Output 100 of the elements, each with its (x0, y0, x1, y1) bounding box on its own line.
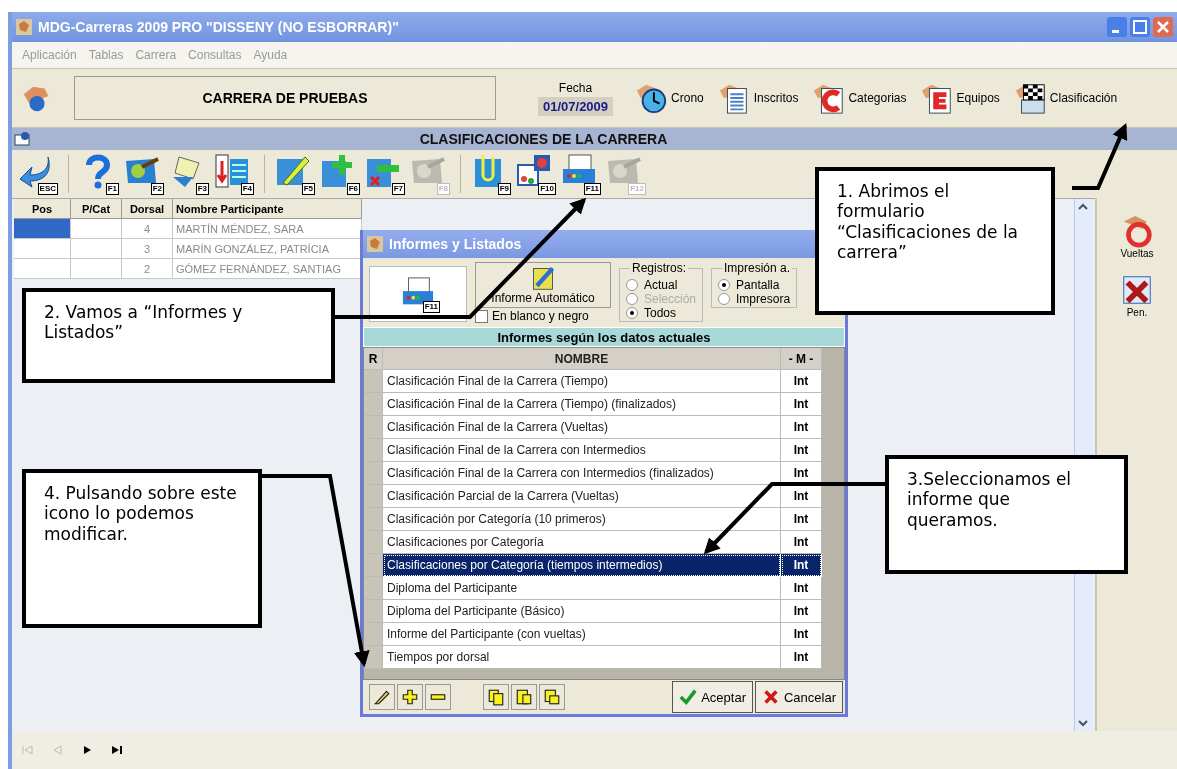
maximize-icon[interactable] (1130, 17, 1150, 37)
report-row[interactable]: Tiempos por dorsal Int (364, 646, 822, 669)
close-icon[interactable] (1153, 17, 1173, 37)
app-icon (367, 236, 383, 252)
report-type: Int (781, 393, 822, 416)
nav-button[interactable]: Equipos (916, 81, 1004, 115)
callout-text: 2. Vamos a “Informes y Listados” (44, 302, 243, 343)
toolbar-button[interactable]: F11 (561, 153, 601, 195)
report-row[interactable]: Clasificaciones por Categoría (tiempos intermedios) Int (364, 554, 822, 577)
report-name: Tiempos por dorsal (383, 646, 781, 669)
table-cell: MARÍN GONZÁLEZ, PATRÍCIA (173, 239, 362, 259)
accept-button[interactable]: Aceptar (672, 681, 753, 713)
table-cell: MARTÍN MÉNDEZ, SARA (173, 219, 362, 239)
side-button[interactable]: Vueltas (1120, 214, 1154, 259)
radio-label: Actual (644, 278, 678, 292)
report-type: Int (781, 577, 822, 600)
group-label: Registros: (630, 261, 689, 275)
column-header[interactable]: P/Cat (71, 199, 122, 219)
edit-button[interactable] (369, 684, 395, 710)
copy-button[interactable] (483, 684, 509, 710)
report-name: Clasificación Final de la Carrera (Vueltas) (383, 416, 781, 439)
report-type: Int (781, 416, 822, 439)
radio-button[interactable] (718, 293, 731, 305)
section-title: CLASIFICACIONES DE LA CARRERA (418, 131, 669, 147)
report-row[interactable]: Clasificación por Categoría (10 primeros) Int (364, 508, 822, 531)
table-cell: 4 (122, 219, 173, 239)
report-type: Int (781, 623, 822, 646)
report-row[interactable]: Clasificación Final de la Carrera con Intermedios Int (364, 439, 822, 462)
duplicate-button[interactable] (539, 684, 565, 710)
report-row[interactable]: Clasificación Final de la Carrera con Intermedios (finalizados) Int (364, 462, 822, 485)
toolbar-button[interactable]: F1 (79, 153, 119, 195)
toolbar-button[interactable]: F3 (169, 153, 209, 195)
radio-button[interactable] (718, 279, 731, 291)
checkered-flag-icon (1013, 81, 1048, 115)
remove-button[interactable] (425, 684, 451, 710)
app-icon (16, 19, 32, 35)
list-title: Informes según los datos actuales (363, 327, 845, 347)
print-button[interactable]: F11 (369, 266, 467, 322)
paste-icon (515, 688, 533, 706)
toolbar-button[interactable]: F9 (471, 153, 511, 195)
chart-icon (516, 153, 552, 189)
duplicate-icon (543, 688, 561, 706)
toolbar-button[interactable]: F6 (320, 153, 360, 195)
table-cell (71, 259, 122, 279)
callout-text: 1. Abrimos el formulario “Clasificaciones de la carrera” (837, 181, 1019, 263)
report-row[interactable]: Diploma del Participante (Básico) Int (364, 600, 822, 623)
column-header[interactable]: Pos (14, 199, 71, 219)
cancel-button[interactable]: Cancelar (754, 681, 843, 713)
report-name: Clasificación Parcial de la Carrera (Vueltas) (383, 485, 781, 508)
report-row[interactable]: Diploma del Participante Int (364, 577, 822, 600)
callout-text: 3.Seleccionamos el informe que queramos. (907, 469, 1072, 530)
report-type: Int (781, 554, 822, 577)
checkbox-label: En blanco y negro (492, 309, 589, 323)
dialog-title: Informes y Listados (389, 236, 522, 252)
window-title: MDG-Carreras 2009 PRO "DISSENY (NO ESBORRAR)" (38, 19, 400, 35)
minimize-icon[interactable] (1107, 17, 1127, 37)
report-type: Int (781, 462, 822, 485)
report-row[interactable]: Informe del Participante (con vueltas) Int (364, 623, 822, 646)
report-name: Clasificación Final de la Carrera (Tiempo) (finalizados) (383, 393, 781, 416)
report-name: Diploma del Participante (383, 577, 781, 600)
report-row[interactable]: Clasificación Parcial de la Carrera (Vueltas) Int (364, 485, 822, 508)
report-row[interactable]: Clasificación Final de la Carrera (Tiempo) (finalizados) Int (364, 393, 822, 416)
callout-arrow (1072, 123, 1128, 190)
table-cell: GÓMEZ FERNÁNDEZ, SANTIAG (173, 259, 362, 279)
report-name: Clasificación Final de la Carrera (Tiempo) (383, 370, 781, 393)
race-name: CARRERA DE PRUEBAS (74, 76, 496, 120)
table-cell: 3 (122, 239, 173, 259)
toolbar-button[interactable]: F2 (124, 153, 164, 195)
table-cell (71, 219, 122, 239)
report-name: Clasificación Final de la Carrera con Intermedios (finalizados) (383, 462, 781, 485)
toolbar-button[interactable]: F5 (275, 153, 315, 195)
nav-button[interactable]: Inscritos (713, 81, 803, 115)
nav-button[interactable]: Categorias (808, 81, 911, 115)
report-row[interactable]: Clasificación Final de la Carrera (Tiempo) Int (364, 370, 822, 393)
report-type: Int (781, 439, 822, 462)
radio-button[interactable] (626, 307, 638, 319)
report-row[interactable]: Clasificación Final de la Carrera (Vueltas) Int (364, 416, 822, 439)
radio-button[interactable] (626, 279, 638, 291)
toolbar-button[interactable]: ESC (18, 153, 58, 195)
toolbar-button[interactable]: F7 (365, 153, 405, 195)
report-type: Int (781, 370, 822, 393)
report-type: Int (781, 600, 822, 623)
nav-button[interactable]: Clasificación (1009, 81, 1122, 115)
edit-icon (530, 265, 556, 291)
toolbar-button[interactable]: F4 (214, 153, 254, 195)
report-name: Clasificaciones por Categoría (tiempos intermedios) (383, 554, 781, 577)
column-header[interactable]: Dorsal (122, 199, 173, 219)
report-name: Clasificación por Categoría (10 primeros) (383, 508, 781, 531)
side-button[interactable]: Pen. (1120, 273, 1154, 318)
column-header[interactable]: Nombre Participante (173, 199, 362, 219)
last-record-icon[interactable] (110, 743, 124, 757)
radio-label: Selección (644, 292, 697, 306)
paste-button[interactable] (511, 684, 537, 710)
toolbar-button[interactable]: F10 (516, 153, 556, 195)
nav-button[interactable]: Crono (631, 81, 708, 115)
table-cell (71, 239, 122, 259)
auto-report-button[interactable]: Informe Automático (475, 262, 611, 308)
add-button[interactable] (397, 684, 423, 710)
table-cell: 2 (122, 259, 173, 279)
group-label: Impresión a. (722, 261, 793, 275)
